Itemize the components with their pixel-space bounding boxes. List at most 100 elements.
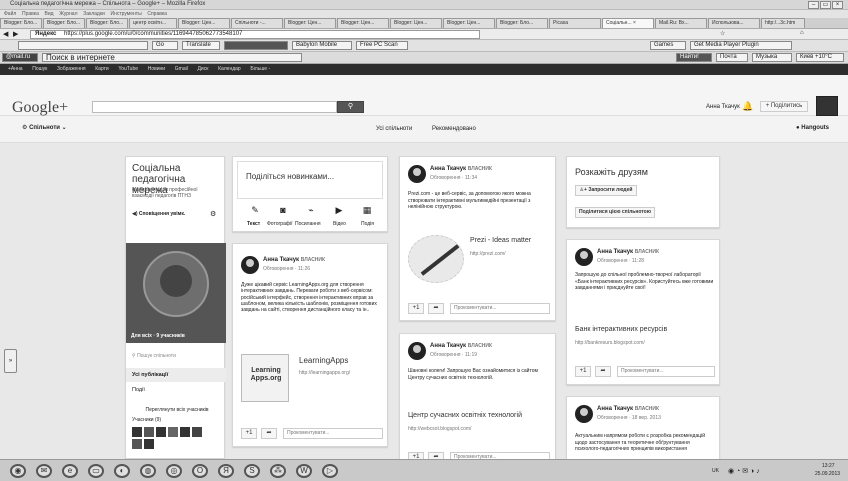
nav-events[interactable]: Події: [132, 387, 145, 393]
browser-tab[interactable]: Blogger: Цен...: [390, 18, 442, 28]
community-search-input[interactable]: ⚲ Пошук спільноти: [132, 353, 176, 359]
maximize-button[interactable]: ▭: [820, 1, 831, 9]
user-name[interactable]: Анна Ткачук: [706, 104, 740, 110]
gbar-plus-anna[interactable]: +Анна: [8, 66, 23, 72]
user-avatar[interactable]: [816, 96, 838, 116]
comment-input[interactable]: Прокоментувати...: [283, 428, 383, 439]
browser-tab[interactable]: Использова...: [708, 18, 760, 28]
action-video[interactable]: Відео: [333, 221, 346, 227]
author-avatar[interactable]: [575, 248, 593, 266]
link-url[interactable]: http://prezi.com/: [470, 251, 506, 257]
menu-file[interactable]: Файл: [4, 11, 16, 17]
plus-one-button[interactable]: +1: [575, 366, 591, 377]
menu-help[interactable]: Справка: [147, 11, 167, 17]
menu-history[interactable]: Журнал: [59, 11, 77, 17]
post-author[interactable]: Анна Ткачук ВЛАСНИК: [263, 257, 325, 263]
browser-tab[interactable]: Blogger: Бло...: [43, 18, 85, 28]
clock-time[interactable]: 13:27: [822, 463, 835, 469]
share-input[interactable]: Поділіться новинками...: [237, 161, 383, 199]
player-icon[interactable]: ▷: [322, 464, 338, 478]
action-text[interactable]: Текст: [247, 221, 260, 227]
communities-menu[interactable]: ⚙ Спільноти ⌄: [22, 124, 67, 131]
weather-widget[interactable]: Киев +10°C: [796, 53, 844, 62]
gbar-more[interactable]: Більше -: [250, 66, 270, 72]
browser-tab[interactable]: Blogger: Бло...: [496, 18, 548, 28]
games-button[interactable]: Games: [650, 41, 686, 50]
browser-tab[interactable]: Picasa: [549, 18, 601, 28]
post-author[interactable]: Анна Ткачук ВЛАСНИК: [597, 249, 659, 255]
comment-input[interactable]: Прокоментувати...: [450, 303, 550, 314]
gbar-images[interactable]: Зображення: [57, 66, 86, 72]
tray-icons[interactable]: ◉ ◔ ✉ ◑ ♪: [728, 467, 760, 475]
pen-icon[interactable]: ✎: [247, 205, 263, 216]
media-player-plugin-button[interactable]: Get Media Player Plugin: [690, 41, 792, 50]
toolbar-badges[interactable]: [224, 41, 288, 50]
browser-tab[interactable]: Mail.Ru: Вх...: [655, 18, 707, 28]
gear-icon[interactable]: ⚙: [210, 210, 216, 218]
link-title[interactable]: Банк інтерактивних ресурсів: [575, 326, 667, 333]
share-community-button[interactable]: Поділитися цією спільнотою: [575, 207, 655, 218]
calendar-icon[interactable]: ▦: [359, 205, 375, 216]
close-window-button[interactable]: ×: [832, 1, 843, 9]
browser-tab[interactable]: Blogger: Бло...: [86, 18, 128, 28]
ie-icon[interactable]: e: [62, 464, 78, 478]
bell-icon[interactable]: 🔔: [742, 101, 753, 112]
gbar-calendar[interactable]: Календар: [218, 66, 241, 72]
language-indicator[interactable]: UK: [712, 468, 719, 474]
minimize-button[interactable]: –: [808, 1, 819, 9]
prezi-thumbnail[interactable]: [408, 235, 464, 283]
free-pc-scan-button[interactable]: Free PC Scan: [356, 41, 408, 50]
media-icon[interactable]: ◐: [114, 464, 130, 478]
tab-recommended[interactable]: Рекомендовано: [432, 126, 476, 132]
browser-tab[interactable]: центр освітн...: [129, 18, 177, 28]
tab-all-communities[interactable]: Усі спільноти: [376, 126, 412, 132]
browser-tab[interactable]: Blogger: Цен...: [443, 18, 495, 28]
go-button[interactable]: Go: [152, 41, 178, 50]
mail-link[interactable]: Почта: [716, 53, 748, 62]
browser-tab[interactable]: Спільноти -...: [231, 18, 283, 28]
post-author[interactable]: Анна Ткачук ВЛАСНИК: [597, 406, 659, 412]
link-title[interactable]: Prezi - Ideas matter: [470, 237, 531, 244]
member-avatars[interactable]: [132, 427, 220, 455]
author-avatar[interactable]: [408, 165, 426, 183]
bookmark-star-icon[interactable]: ☆: [720, 30, 725, 37]
link-url[interactable]: http://webcsot.blogspot.com/: [408, 426, 471, 432]
action-photos[interactable]: Фотографії: [267, 221, 293, 227]
yandex-icon[interactable]: Я: [218, 464, 234, 478]
hangouts-button[interactable]: ● Hangouts: [796, 125, 829, 131]
menu-bookmarks[interactable]: Закладки: [83, 11, 105, 17]
invite-people-button[interactable]: ♙+ Запросити людей: [575, 185, 637, 196]
notifications-toggle[interactable]: ◀) Сповіщення увімк.: [132, 211, 185, 217]
author-avatar[interactable]: [575, 405, 593, 423]
browser-tab-active[interactable]: Соціальн... ×: [602, 18, 654, 28]
post-author[interactable]: Анна Ткачук ВЛАСНИК: [430, 343, 492, 349]
opera-icon[interactable]: O: [192, 464, 208, 478]
camera-icon[interactable]: ◙: [275, 205, 291, 215]
toolbar-search-box[interactable]: [18, 41, 148, 50]
share-button[interactable]: + Поділитись: [760, 101, 808, 112]
link-url[interactable]: http://learningapps.org/: [299, 370, 350, 376]
browser-tab[interactable]: http:/...3c.htm: [761, 18, 805, 28]
action-link[interactable]: Посилання: [295, 221, 321, 227]
share-arrow-button[interactable]: ➦: [595, 366, 611, 377]
gbar-news[interactable]: Новини: [148, 66, 165, 72]
firefox-icon[interactable]: ◍: [140, 464, 156, 478]
menu-tools[interactable]: Инструменты: [110, 11, 141, 17]
comment-input[interactable]: Прокоментувати...: [617, 366, 715, 377]
translate-button[interactable]: Translate: [182, 41, 220, 50]
word-icon[interactable]: W: [296, 464, 312, 478]
folder-icon[interactable]: ▭: [88, 464, 104, 478]
browser-tab[interactable]: Blogger: Бло...: [0, 18, 42, 28]
gbar-drive[interactable]: Диск: [198, 66, 209, 72]
plus-one-button[interactable]: +1: [408, 303, 424, 314]
menu-view[interactable]: Вид: [45, 11, 54, 17]
author-avatar[interactable]: [408, 342, 426, 360]
internet-search-input[interactable]: Поиск в интернете: [42, 53, 302, 62]
share-arrow-button[interactable]: ➦: [428, 303, 444, 314]
skype-icon[interactable]: S: [244, 464, 260, 478]
babylon-button[interactable]: Babylon Mobile: [292, 41, 352, 50]
nav-all-posts[interactable]: Усі публікації: [126, 368, 226, 382]
browser-tab[interactable]: Blogger: Цен...: [337, 18, 389, 28]
view-all-members-link[interactable]: Переглянути всіх учасників: [132, 407, 222, 413]
author-avatar[interactable]: [241, 256, 259, 274]
